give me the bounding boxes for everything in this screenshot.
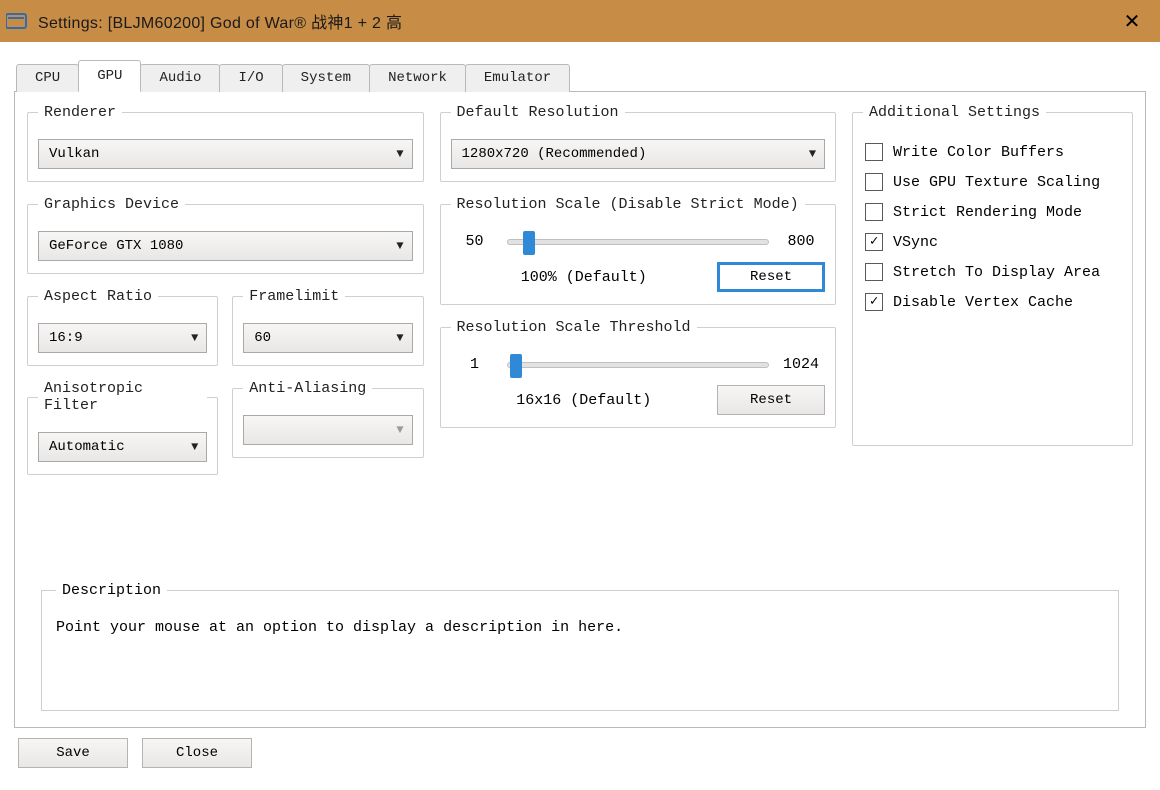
resolution-threshold-slider[interactable] <box>507 362 770 368</box>
additional-settings-group: Additional Settings Write Color Buffers U… <box>852 104 1133 446</box>
resolution-scale-legend: Resolution Scale (Disable Strict Mode) <box>451 196 805 213</box>
renderer-group: Renderer Vulkan ▼ <box>27 104 424 182</box>
chevron-down-icon: ▼ <box>396 147 403 161</box>
gpu-panel: Renderer Vulkan ▼ Graphics Device GeForc… <box>14 92 1146 728</box>
anti-aliasing-legend: Anti-Aliasing <box>243 380 372 397</box>
checkbox[interactable] <box>865 293 883 311</box>
resolution-threshold-legend: Resolution Scale Threshold <box>451 319 697 336</box>
anisotropic-filter-group: Anisotropic Filter Automatic ▼ <box>27 380 218 475</box>
footer-buttons: Save Close <box>14 728 1146 768</box>
chevron-down-icon: ▼ <box>396 239 403 253</box>
description-group: Description Point your mouse at an optio… <box>41 582 1119 711</box>
checkbox-label: Write Color Buffers <box>893 144 1064 161</box>
slider-thumb[interactable] <box>510 354 522 378</box>
graphics-device-legend: Graphics Device <box>38 196 185 213</box>
close-button[interactable]: Close <box>142 738 252 768</box>
default-resolution-legend: Default Resolution <box>451 104 625 121</box>
checkbox[interactable] <box>865 233 883 251</box>
chevron-down-icon: ▼ <box>191 440 198 454</box>
checkbox-row[interactable]: Use GPU Texture Scaling <box>865 173 1120 191</box>
aspect-ratio-group: Aspect Ratio 16:9 ▼ <box>27 288 218 366</box>
anisotropic-filter-legend: Anisotropic Filter <box>38 380 207 414</box>
anti-aliasing-group: Anti-Aliasing ▼ <box>232 380 423 458</box>
renderer-legend: Renderer <box>38 104 122 121</box>
slider-thumb[interactable] <box>523 231 535 255</box>
framelimit-dropdown[interactable]: 60 ▼ <box>243 323 412 353</box>
tab-cpu[interactable]: CPU <box>16 64 79 92</box>
close-window-button[interactable]: ✕ <box>1112 2 1152 40</box>
additional-settings-list: Write Color Buffers Use GPU Texture Scali… <box>863 139 1122 311</box>
checkbox[interactable] <box>865 143 883 161</box>
framelimit-value: 60 <box>254 330 271 346</box>
resolution-scale-slider[interactable] <box>507 239 770 245</box>
checkbox-row[interactable]: Write Color Buffers <box>865 143 1120 161</box>
resolution-scale-reset-button[interactable]: Reset <box>717 262 825 292</box>
renderer-dropdown[interactable]: Vulkan ▼ <box>38 139 413 169</box>
graphics-device-value: GeForce GTX 1080 <box>49 238 183 254</box>
aspect-ratio-legend: Aspect Ratio <box>38 288 158 305</box>
tab-network[interactable]: Network <box>369 64 466 92</box>
tab-emulator[interactable]: Emulator <box>465 64 570 92</box>
description-text: Point your mouse at an option to display… <box>56 619 1104 636</box>
checkbox-row[interactable]: VSync <box>865 233 1120 251</box>
checkbox-label: Strict Rendering Mode <box>893 204 1082 221</box>
checkbox-label: VSync <box>893 234 938 251</box>
renderer-value: Vulkan <box>49 146 99 162</box>
framelimit-legend: Framelimit <box>243 288 345 305</box>
default-resolution-value: 1280x720 (Recommended) <box>462 146 647 162</box>
anisotropic-filter-value: Automatic <box>49 439 125 455</box>
content-area: CPU GPU Audio I/O System Network Emulato… <box>0 42 1160 776</box>
checkbox-row[interactable]: Disable Vertex Cache <box>865 293 1120 311</box>
app-icon <box>6 12 28 30</box>
aspect-ratio-dropdown[interactable]: 16:9 ▼ <box>38 323 207 353</box>
resolution-scale-max: 800 <box>779 233 823 250</box>
resolution-threshold-reset-button[interactable]: Reset <box>717 385 825 415</box>
anisotropic-filter-dropdown[interactable]: Automatic ▼ <box>38 432 207 462</box>
close-icon: ✕ <box>1124 9 1141 34</box>
chevron-down-icon: ▼ <box>191 331 198 345</box>
tab-gpu[interactable]: GPU <box>78 60 141 92</box>
checkbox[interactable] <box>865 263 883 281</box>
tab-strip: CPU GPU Audio I/O System Network Emulato… <box>14 62 1146 92</box>
checkbox-label: Disable Vertex Cache <box>893 294 1073 311</box>
additional-settings-legend: Additional Settings <box>863 104 1046 121</box>
tab-io[interactable]: I/O <box>219 64 282 92</box>
checkbox-label: Use GPU Texture Scaling <box>893 174 1100 191</box>
checkbox-row[interactable]: Stretch To Display Area <box>865 263 1120 281</box>
tab-audio[interactable]: Audio <box>140 64 220 92</box>
tab-system[interactable]: System <box>282 64 370 92</box>
default-resolution-group: Default Resolution 1280x720 (Recommended… <box>440 104 837 182</box>
checkbox-row[interactable]: Strict Rendering Mode <box>865 203 1120 221</box>
description-legend: Description <box>56 582 167 599</box>
resolution-threshold-value: 16x16 (Default) <box>451 392 718 409</box>
resolution-threshold-group: Resolution Scale Threshold 1 1024 16x16 … <box>440 319 837 428</box>
aspect-ratio-value: 16:9 <box>49 330 83 346</box>
chevron-down-icon: ▼ <box>809 147 816 161</box>
chevron-down-icon: ▼ <box>396 331 403 345</box>
anti-aliasing-dropdown: ▼ <box>243 415 412 445</box>
graphics-device-dropdown[interactable]: GeForce GTX 1080 ▼ <box>38 231 413 261</box>
graphics-device-group: Graphics Device GeForce GTX 1080 ▼ <box>27 196 424 274</box>
checkbox[interactable] <box>865 173 883 191</box>
resolution-scale-group: Resolution Scale (Disable Strict Mode) 5… <box>440 196 837 305</box>
checkbox[interactable] <box>865 203 883 221</box>
resolution-threshold-max: 1024 <box>779 356 823 373</box>
resolution-scale-value: 100% (Default) <box>451 269 718 286</box>
resolution-scale-min: 50 <box>453 233 497 250</box>
window-title: Settings: [BLJM60200] God of War® 战神1 + … <box>38 9 1112 33</box>
chevron-down-icon: ▼ <box>396 423 403 437</box>
title-bar: Settings: [BLJM60200] God of War® 战神1 + … <box>0 0 1160 42</box>
framelimit-group: Framelimit 60 ▼ <box>232 288 423 366</box>
default-resolution-dropdown[interactable]: 1280x720 (Recommended) ▼ <box>451 139 826 169</box>
resolution-threshold-min: 1 <box>453 356 497 373</box>
save-button[interactable]: Save <box>18 738 128 768</box>
checkbox-label: Stretch To Display Area <box>893 264 1100 281</box>
